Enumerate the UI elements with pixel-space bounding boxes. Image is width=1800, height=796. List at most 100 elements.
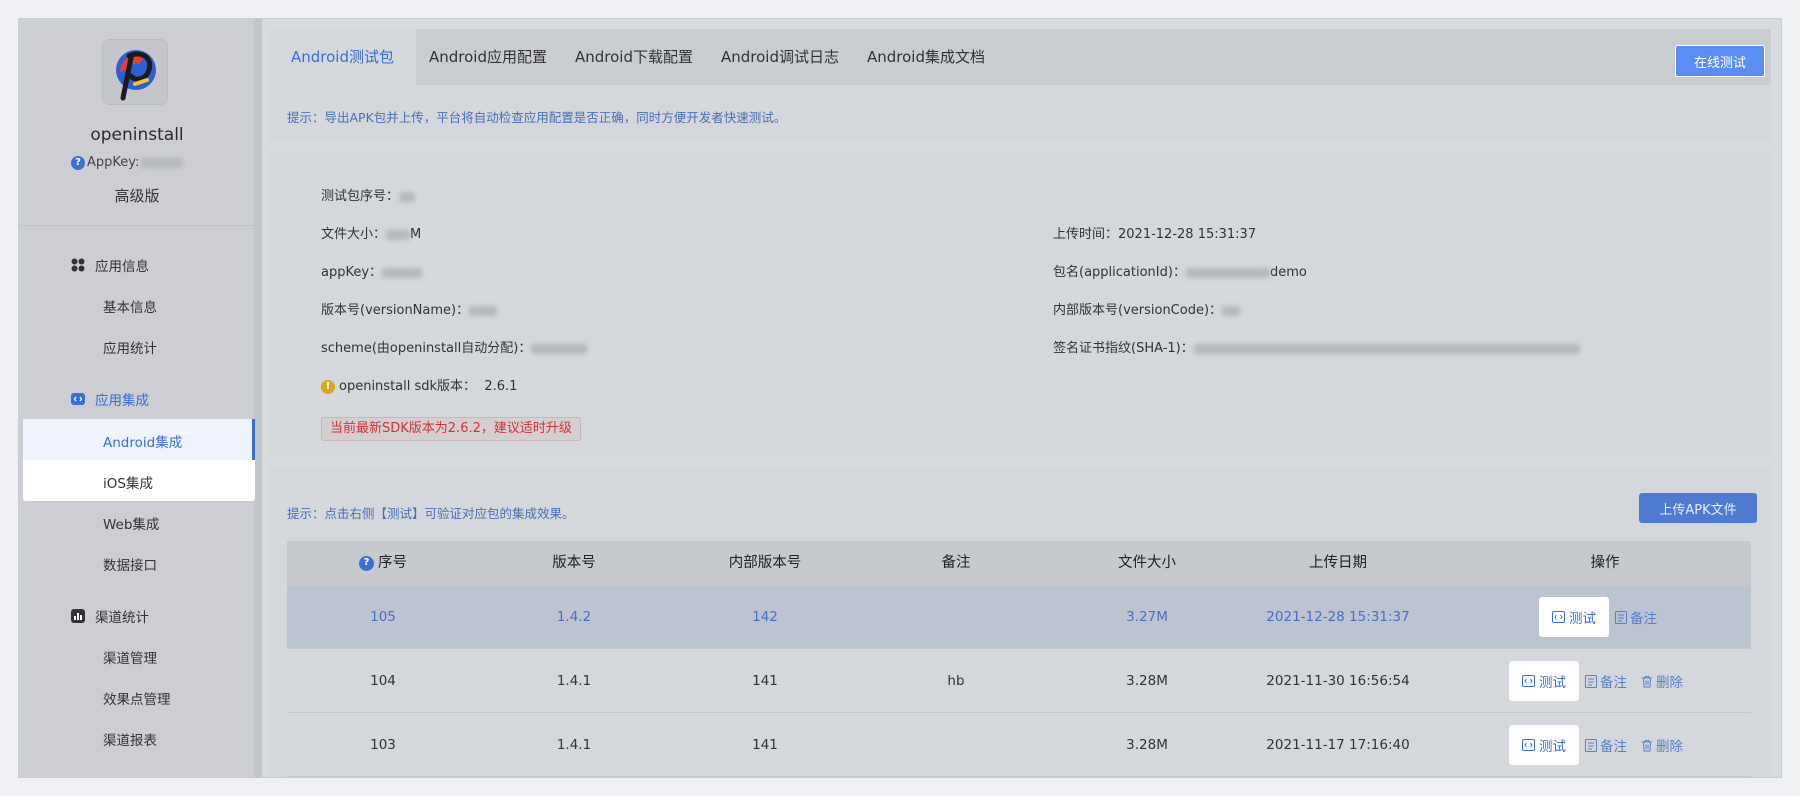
note-label: 备注 — [1600, 739, 1627, 755]
note-label: 备注 — [1630, 611, 1657, 627]
warning-icon: ! — [321, 379, 335, 394]
test-button[interactable]: 测试 — [1539, 597, 1609, 637]
sdk-version: ! openinstall sdk版本： 2.6.1 — [321, 375, 517, 394]
nav-group-integration[interactable]: 应用集成 — [71, 389, 149, 409]
tab-android-download-config[interactable]: Android下载配置 — [575, 29, 693, 85]
nav-group-label: 渠道统计 — [95, 610, 149, 626]
cell-size: 3.27M — [1126, 609, 1168, 625]
col-size: 文件大小 — [1118, 555, 1176, 571]
scheme: scheme(由openinstall自动分配)： — [321, 337, 588, 356]
test-button[interactable]: 测试 — [1509, 725, 1579, 765]
sha1-fingerprint: 签名证书指纹(SHA-1)： — [1053, 337, 1580, 356]
cell-date: 2021-12-28 15:31:37 — [1266, 609, 1410, 625]
cell-seq: 105 — [370, 609, 396, 625]
main-content: Android测试包 Android应用配置 Android下载配置 Andro… — [255, 19, 1781, 777]
upload-apk-button[interactable]: 上传APK文件 — [1639, 493, 1757, 523]
app-logo — [102, 39, 168, 105]
sidebar-divider — [19, 225, 255, 226]
tab-android-integration-docs[interactable]: Android集成文档 — [867, 29, 985, 85]
row-actions: 测试 备注 删除 — [1509, 661, 1683, 701]
note-icon — [1615, 610, 1627, 624]
package-suffix: demo — [1269, 265, 1307, 280]
nav-item-channel-manage[interactable]: 渠道管理 — [103, 647, 157, 667]
tab-android-test-package[interactable]: Android测试包 — [269, 29, 416, 85]
chart-icon — [71, 609, 85, 623]
version-name-value-redacted — [469, 305, 498, 316]
sha-label: 签名证书指纹(SHA-1)： — [1053, 341, 1194, 356]
grid-icon — [71, 258, 85, 272]
col-version: 版本号 — [552, 555, 596, 571]
nav-item-data-api[interactable]: 数据接口 — [103, 554, 157, 574]
help-icon[interactable]: ? — [359, 555, 374, 571]
col-actions: 操作 — [1590, 555, 1620, 571]
code-box-icon — [1522, 739, 1535, 751]
cell-seq: 104 — [370, 673, 396, 689]
note-link[interactable]: 备注 — [1615, 607, 1657, 627]
cell-version: 1.4.1 — [556, 673, 592, 689]
online-test-button[interactable]: 在线测试 — [1675, 45, 1765, 77]
package-label: 包名(applicationId)： — [1053, 265, 1186, 280]
appkey-value-redacted — [141, 157, 184, 168]
nav-item-ios[interactable]: iOS集成 — [103, 472, 153, 492]
cell-version: 1.4.1 — [556, 737, 592, 753]
package-info-card: 测试包序号： 文件大小： M appKey： 版本号(versionName)： … — [269, 151, 1771, 457]
col-seq: ? 序号 — [359, 541, 407, 585]
cell-version-code: 142 — [752, 609, 778, 625]
sdk-upgrade-notice: 当前最新SDK版本为2.6.2，建议适时升级 — [321, 417, 581, 441]
size-label: 文件大小： — [321, 227, 387, 242]
appkey-value-redacted — [382, 267, 423, 278]
trash-icon — [1642, 675, 1652, 687]
cell-version-code: 141 — [752, 673, 778, 689]
size-unit: M — [410, 227, 422, 242]
test-label: 测试 — [1569, 611, 1596, 627]
cell-version-code: 141 — [752, 737, 778, 753]
sdk-value: 2.6.1 — [484, 379, 518, 394]
nav-group-app-info[interactable]: 应用信息 — [71, 255, 149, 275]
col-date: 上传日期 — [1309, 555, 1367, 571]
version-name: 版本号(versionName)： — [321, 299, 498, 318]
app-window: openinstall ? AppKey: 高级版 应用信息 基本信息 应用统计… — [18, 18, 1782, 778]
test-button[interactable]: 测试 — [1509, 661, 1579, 701]
col-version-code: 内部版本号 — [728, 555, 802, 571]
nav-item-app-stats[interactable]: 应用统计 — [103, 337, 157, 357]
list-hint: 提示：点击右侧【测试】可验证对应包的集成效果。 — [287, 506, 575, 521]
row-actions: 测试 备注 删除 — [1509, 725, 1683, 765]
package-table: ? 序号 版本号 内部版本号 备注 文件大小 上传日期 操作 105 1.4.2… — [287, 541, 1751, 777]
cell-seq: 103 — [370, 737, 396, 753]
test-label: 测试 — [1539, 739, 1566, 755]
note-link[interactable]: 备注 — [1585, 735, 1627, 755]
package-name: 包名(applicationId)： demo — [1053, 261, 1307, 280]
tab-android-debug-log[interactable]: Android调试日志 — [721, 29, 839, 85]
scheme-label: scheme(由openinstall自动分配)： — [321, 341, 532, 356]
nav-item-channel-report[interactable]: 渠道报表 — [103, 729, 157, 749]
upload-time-label: 上传时间： — [1053, 227, 1119, 242]
package-value-redacted — [1185, 267, 1270, 278]
help-icon[interactable]: ? — [71, 155, 85, 170]
upload-time-value: 2021-12-28 15:31:37 — [1118, 227, 1257, 242]
nav-item-effect-points[interactable]: 效果点管理 — [103, 688, 171, 708]
note-link[interactable]: 备注 — [1585, 671, 1627, 691]
nav-group-label: 应用信息 — [95, 259, 149, 275]
scheme-value-redacted — [531, 343, 588, 354]
sdk-label: openinstall sdk版本： — [339, 379, 477, 394]
nav-item-web[interactable]: Web集成 — [103, 513, 159, 533]
tab-android-app-config[interactable]: Android应用配置 — [429, 29, 547, 85]
table-header: ? 序号 版本号 内部版本号 备注 文件大小 上传日期 操作 — [287, 541, 1751, 585]
cell-date: 2021-11-17 17:16:40 — [1266, 737, 1410, 753]
appkey-label: appKey： — [321, 265, 383, 280]
sidebar: openinstall ? AppKey: 高级版 应用信息 基本信息 应用统计… — [19, 19, 262, 777]
note-label: 备注 — [1600, 675, 1627, 691]
delete-link[interactable]: 删除 — [1641, 735, 1683, 755]
nav-item-basic-info[interactable]: 基本信息 — [103, 296, 157, 316]
test-package-seq: 测试包序号： — [321, 185, 416, 204]
appkey-line: ? AppKey: — [71, 155, 184, 170]
tab-bar: Android测试包 Android应用配置 Android下载配置 Andro… — [269, 29, 1771, 85]
nav-group-channel-stats[interactable]: 渠道统计 — [71, 606, 149, 626]
table-row: 105 1.4.2 142 3.27M 2021-12-28 15:31:37 … — [287, 585, 1751, 649]
seq-label: 测试包序号： — [321, 189, 400, 204]
delete-link[interactable]: 删除 — [1641, 671, 1683, 691]
delete-label: 删除 — [1656, 739, 1683, 755]
version-code-value-redacted — [1222, 305, 1241, 316]
nav-item-android[interactable]: Android集成 — [103, 431, 182, 451]
col-seq-label: 序号 — [378, 555, 407, 571]
